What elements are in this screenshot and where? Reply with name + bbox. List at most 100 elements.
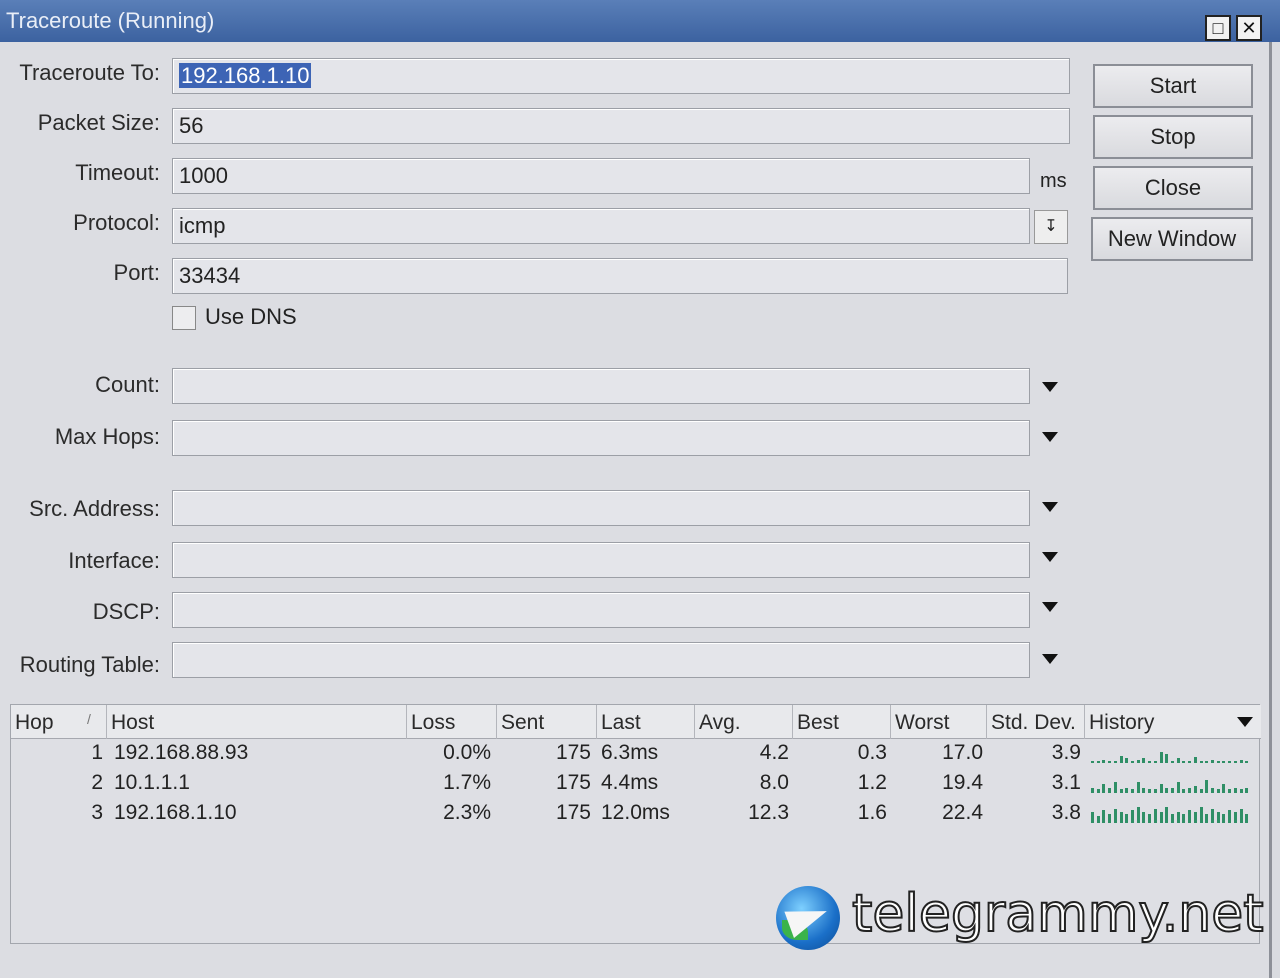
dscp-field[interactable]	[172, 592, 1030, 628]
traceroute-to-label: Traceroute To:	[19, 60, 160, 85]
stop-button[interactable]: Stop	[1093, 115, 1253, 159]
host-cell: 10.1.1.1	[114, 771, 190, 794]
column-avg[interactable]: Avg.	[695, 705, 793, 739]
column-hop[interactable]: Hop /	[11, 705, 107, 739]
host-cell: 192.168.1.10	[114, 801, 237, 824]
history-bar	[1165, 754, 1169, 763]
routing-table-dropdown-icon[interactable]	[1042, 654, 1058, 664]
history-bar	[1142, 812, 1146, 823]
history-bar	[1159, 812, 1163, 823]
dscp-dropdown-icon[interactable]	[1042, 602, 1058, 612]
history-bar	[1193, 785, 1197, 793]
use-dns-checkbox[interactable]	[172, 306, 196, 330]
history-bar	[1148, 814, 1152, 823]
new-window-button[interactable]: New Window	[1091, 217, 1253, 261]
traceroute-to-value: 192.168.1.10	[179, 63, 312, 88]
column-sent[interactable]: Sent	[497, 705, 597, 739]
std-dev-cell: 3.8	[1051, 801, 1081, 824]
close-icon[interactable]: ✕	[1236, 15, 1262, 41]
history-bar	[1119, 812, 1123, 823]
title-bar: Traceroute (Running) □ ✕	[0, 0, 1280, 42]
worst-cell: 22.4	[942, 801, 983, 824]
max-hops-field[interactable]	[172, 420, 1030, 456]
close-button[interactable]: Close	[1093, 166, 1253, 210]
column-history[interactable]: History	[1085, 705, 1261, 739]
history-bar	[1136, 760, 1140, 763]
interface-dropdown-icon[interactable]	[1042, 552, 1058, 562]
history-bar	[1165, 806, 1169, 823]
interface-field[interactable]	[172, 542, 1030, 578]
maximize-icon[interactable]: □	[1205, 15, 1231, 41]
traceroute-window: Traceroute To: 192.168.1.10 Packet Size:…	[0, 42, 1272, 978]
history-bar	[1228, 761, 1232, 763]
history-bar	[1171, 761, 1174, 763]
history-bar	[1216, 812, 1220, 823]
column-std-dev[interactable]: Std. Dev.	[987, 705, 1085, 739]
history-bar	[1165, 787, 1169, 793]
std-dev-cell: 3.9	[1051, 741, 1081, 764]
protocol-dropdown-icon[interactable]: ↧	[1034, 210, 1068, 244]
port-field[interactable]: 33434	[172, 258, 1068, 294]
history-bar	[1108, 761, 1112, 763]
history-bar	[1091, 812, 1094, 823]
history-bar	[1171, 814, 1174, 823]
history-sparkline	[1091, 775, 1251, 795]
history-bar	[1148, 761, 1152, 763]
history-bar	[1142, 787, 1146, 793]
loss-cell: 1.7%	[443, 771, 491, 794]
history-bar	[1239, 789, 1243, 793]
history-bar	[1091, 787, 1094, 793]
sort-indicator-icon: /	[87, 711, 91, 727]
history-bar	[1199, 789, 1203, 793]
history-bar	[1153, 761, 1157, 763]
history-bar	[1222, 761, 1226, 763]
history-bar	[1233, 761, 1237, 763]
history-bar	[1136, 806, 1140, 823]
window-title: Traceroute (Running)	[6, 8, 215, 33]
sent-cell: 175	[555, 741, 591, 764]
history-bar	[1125, 787, 1129, 793]
history-bar	[1131, 810, 1134, 823]
history-bar	[1222, 814, 1226, 823]
hop-cell: 1	[91, 741, 103, 764]
history-bar	[1233, 812, 1237, 823]
history-bar	[1205, 814, 1209, 823]
best-cell: 1.2	[857, 771, 887, 794]
traceroute-to-field[interactable]: 192.168.1.10	[172, 58, 1070, 94]
history-bar	[1193, 812, 1197, 823]
history-bar	[1228, 789, 1232, 793]
table-row[interactable]: 2 10.1.1.1 1.7% 175 4.4ms 8.0 1.2 19.4 3…	[11, 769, 1261, 799]
history-sparkline	[1091, 745, 1251, 765]
history-bar	[1188, 810, 1192, 823]
src-address-dropdown-icon[interactable]	[1042, 502, 1058, 512]
column-host[interactable]: Host	[107, 705, 407, 739]
protocol-select[interactable]: icmp	[172, 208, 1030, 244]
history-bar	[1193, 756, 1197, 763]
packet-size-field[interactable]: 56	[172, 108, 1070, 144]
last-cell: 6.3ms	[601, 741, 659, 764]
timeout-field[interactable]: 1000	[172, 158, 1030, 194]
count-field[interactable]	[172, 368, 1030, 404]
history-bar	[1171, 787, 1174, 793]
table-row[interactable]: 3 192.168.1.10 2.3% 175 12.0ms 12.3 1.6 …	[11, 799, 1261, 829]
column-loss[interactable]: Loss	[407, 705, 497, 739]
history-bar	[1176, 812, 1180, 823]
history-bar	[1096, 761, 1100, 763]
column-worst[interactable]: Worst	[891, 705, 987, 739]
table-row[interactable]: 1 192.168.88.93 0.0% 175 6.3ms 4.2 0.3 1…	[11, 739, 1261, 769]
paper-plane-shape	[784, 898, 832, 938]
history-bar	[1108, 787, 1112, 793]
routing-table-field[interactable]	[172, 642, 1030, 678]
columns-menu-icon[interactable]	[1237, 717, 1253, 727]
history-bar	[1216, 789, 1220, 793]
count-dropdown-icon[interactable]	[1042, 382, 1058, 392]
history-bar	[1188, 761, 1192, 763]
src-address-field[interactable]	[172, 490, 1030, 526]
column-best[interactable]: Best	[793, 705, 891, 739]
start-button[interactable]: Start	[1093, 64, 1253, 108]
max-hops-dropdown-icon[interactable]	[1042, 432, 1058, 442]
table-header: Hop / Host Loss Sent Last Avg. Best Wors…	[11, 705, 1261, 739]
interface-label: Interface:	[68, 548, 160, 573]
column-last[interactable]: Last	[597, 705, 695, 739]
history-bar	[1176, 757, 1180, 763]
